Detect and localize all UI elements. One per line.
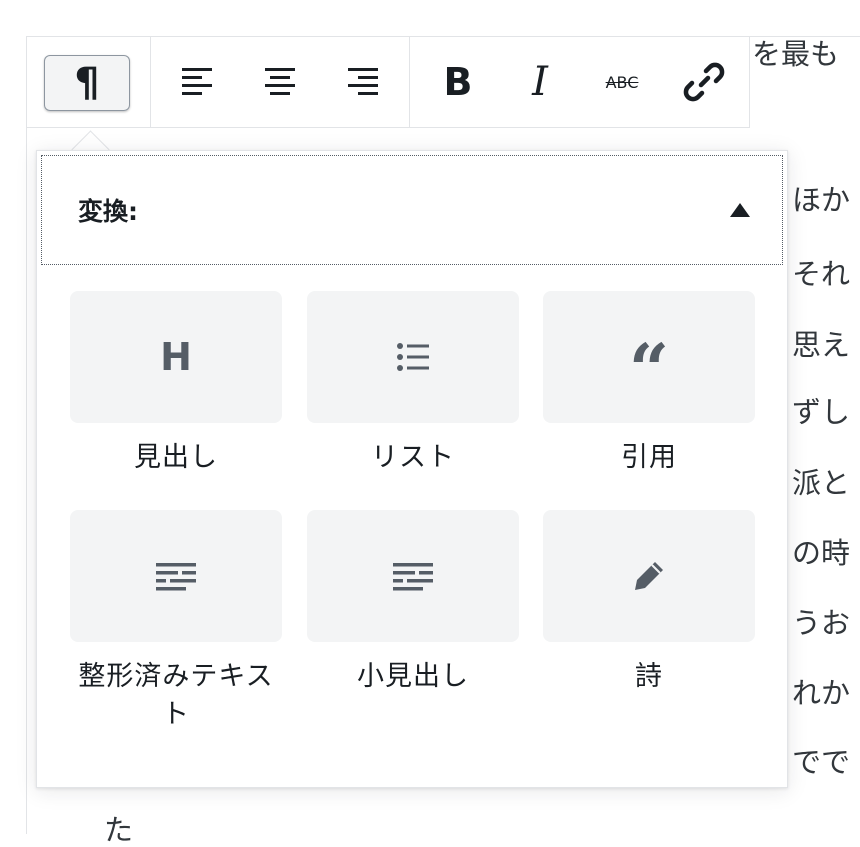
alignment-group — [150, 37, 410, 127]
tile-icon-box — [307, 291, 519, 423]
bold-button[interactable]: B — [422, 37, 494, 127]
italic-button[interactable]: I — [504, 37, 576, 127]
bg-text-line: れか — [792, 676, 851, 710]
tile-icon-box: H — [70, 291, 282, 423]
align-right-icon — [348, 68, 378, 95]
bg-text-line: の時 — [792, 536, 851, 570]
transform-option-preformatted[interactable]: 整形済みテキスト — [70, 510, 282, 734]
tile-icon-box: “ — [543, 291, 755, 423]
bold-icon: B — [443, 60, 473, 104]
quote-icon: “ — [628, 328, 670, 411]
block-transform-popover: 変換: H 見出し リスト “ 引用 整形済みテキスト 小見出し 詩 — [36, 150, 788, 788]
strikethrough-button[interactable]: ABC — [586, 37, 658, 127]
link-button[interactable] — [668, 37, 740, 127]
block-switcher-group: ¶ — [27, 37, 151, 127]
italic-icon: I — [532, 59, 548, 105]
tile-icon-box — [543, 510, 755, 642]
tile-label: 整形済みテキスト — [78, 661, 274, 730]
preformatted-icon — [156, 563, 196, 591]
pilcrow-icon: ¶ — [74, 60, 100, 106]
bg-text-line: ずし — [792, 395, 851, 429]
bg-text-bottom: た — [104, 813, 134, 847]
panel-title: 変換: — [78, 197, 138, 226]
block-toolbar: ¶ B I ABC — [26, 36, 750, 128]
transform-option-verse[interactable]: 詩 — [543, 510, 755, 696]
align-center-button[interactable] — [244, 37, 316, 127]
caret-up-icon — [730, 203, 750, 217]
transform-option-list[interactable]: リスト — [307, 291, 519, 477]
formatting-group: B I ABC — [409, 37, 749, 127]
tile-label: 小見出し — [357, 661, 469, 692]
align-right-button[interactable] — [327, 37, 399, 127]
tile-label: 詩 — [635, 661, 663, 692]
paragraph-block-switcher-button[interactable]: ¶ — [44, 55, 130, 111]
list-icon — [397, 343, 429, 371]
tile-icon-box — [307, 510, 519, 642]
link-icon — [683, 62, 725, 102]
bg-text-line: 思え — [792, 328, 851, 362]
transform-option-quote[interactable]: “ 引用 — [543, 291, 755, 477]
bg-text-top: を最も — [752, 37, 840, 71]
tile-icon-box — [70, 510, 282, 642]
editor-left-border — [26, 36, 27, 834]
bg-text-line: うお — [792, 606, 851, 640]
heading-icon: H — [160, 335, 192, 379]
tile-label: リスト — [371, 442, 455, 473]
align-center-icon — [265, 68, 295, 95]
bg-text-line: ほか — [792, 183, 851, 217]
strikethrough-icon: ABC — [605, 72, 639, 92]
transform-option-subheading[interactable]: 小見出し — [307, 510, 519, 696]
bg-text-line: でで — [792, 745, 851, 779]
subheading-icon — [393, 563, 433, 591]
align-left-button[interactable] — [161, 37, 233, 127]
transform-panel-header[interactable]: 変換: — [41, 155, 783, 265]
tile-label: 見出し — [134, 442, 218, 473]
align-left-icon — [182, 68, 212, 95]
transform-option-heading[interactable]: H 見出し — [70, 291, 282, 477]
bg-text-line: 派と — [792, 466, 851, 500]
tile-label: 引用 — [621, 442, 677, 473]
bg-text-line: それ — [792, 257, 851, 291]
pencil-icon — [635, 562, 663, 590]
